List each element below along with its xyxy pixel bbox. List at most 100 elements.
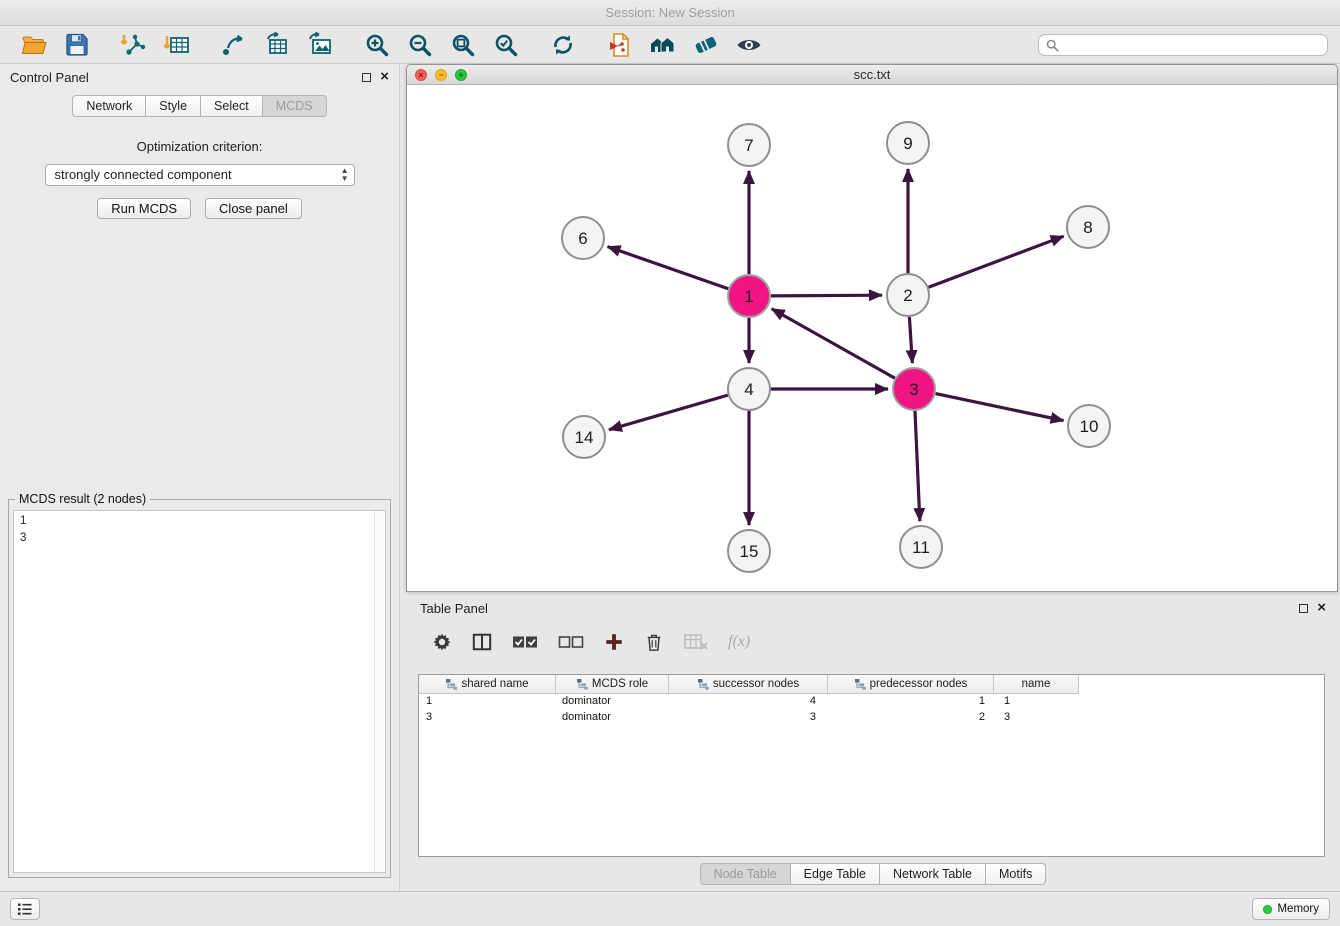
svg-text:4: 4 [744, 380, 753, 399]
app-titlebar: Session: New Session [0, 0, 1340, 26]
window-minimize-icon[interactable]: − [435, 69, 447, 81]
mcds-result-line: 3 [20, 530, 379, 547]
graph-edge-2-8[interactable] [929, 236, 1064, 287]
search-icon [1046, 39, 1059, 52]
graph-edge-4-14[interactable] [609, 395, 728, 430]
function-builder-button[interactable]: f(x) [728, 633, 750, 651]
show-columns-button[interactable] [472, 632, 492, 652]
tab-motifs[interactable]: Motifs [986, 863, 1046, 885]
close-table-panel-icon[interactable]: × [1317, 602, 1326, 614]
graph-node-7[interactable]: 7 [728, 124, 770, 166]
window-close-icon[interactable]: × [415, 69, 427, 81]
zoom-in-button[interactable] [355, 29, 398, 61]
tab-style[interactable]: Style [146, 95, 201, 117]
attribute-icon [854, 678, 866, 690]
toolbar-search[interactable] [1038, 34, 1328, 56]
network-svg[interactable]: 7 9 6 8 1 2 4 3 14 10 15 11 [407, 85, 1337, 591]
unselect-all-columns-button[interactable] [558, 634, 584, 650]
tab-network-table[interactable]: Network Table [880, 863, 986, 885]
graph-node-3[interactable]: 3 [893, 368, 935, 410]
delete-column-button[interactable] [644, 632, 664, 652]
graph-node-14[interactable]: 14 [563, 416, 605, 458]
zoom-out-button[interactable] [398, 29, 441, 61]
zoom-fit-button[interactable] [441, 29, 484, 61]
apply-style-button[interactable] [684, 29, 727, 61]
open-session-button[interactable] [12, 29, 55, 61]
svg-text:3: 3 [909, 380, 918, 399]
table-panel-header: Table Panel × [406, 596, 1340, 620]
graph-node-10[interactable]: 10 [1068, 405, 1110, 447]
table-row[interactable]: 3 dominator 3 2 3 [419, 710, 1324, 726]
home-networks-button[interactable] [641, 29, 684, 61]
search-input[interactable] [1063, 38, 1320, 52]
tab-mcds[interactable]: MCDS [263, 95, 327, 117]
select-all-columns-button[interactable] [512, 634, 538, 650]
export-table-icon [264, 32, 290, 58]
column-header-predecessor-nodes[interactable]: predecessor nodes [828, 675, 994, 694]
graph-node-1[interactable]: 1 [728, 275, 770, 317]
column-header-mcds-role[interactable]: MCDS role [556, 675, 669, 694]
window-zoom-icon[interactable]: + [455, 69, 467, 81]
refresh-layout-button[interactable] [541, 29, 584, 61]
apply-style-icon [693, 32, 719, 58]
export-network-button[interactable] [212, 29, 255, 61]
result-scrollbar[interactable] [374, 511, 385, 872]
save-session-button[interactable] [55, 29, 98, 61]
create-column-button[interactable] [604, 632, 624, 652]
column-header-shared-name[interactable]: shared name [419, 675, 556, 694]
table-panel-title: Table Panel [420, 601, 488, 616]
import-network-button[interactable] [112, 29, 155, 61]
network-file-button[interactable] [598, 29, 641, 61]
delete-table-button[interactable] [684, 633, 708, 651]
import-network-icon [121, 32, 147, 58]
graph-edge-3-10[interactable] [936, 394, 1064, 421]
table-row[interactable]: 1 dominator 4 1 1 [419, 694, 1324, 710]
graph-edge-3-1[interactable] [772, 309, 895, 378]
show-details-button[interactable] [727, 29, 770, 61]
svg-text:10: 10 [1080, 417, 1099, 436]
graph-node-15[interactable]: 15 [728, 530, 770, 572]
graph-edge-3-11[interactable] [915, 411, 920, 521]
column-header-name[interactable]: name [994, 675, 1079, 694]
table-settings-button[interactable] [432, 632, 452, 652]
import-table-button[interactable] [155, 29, 198, 61]
tab-network[interactable]: Network [72, 95, 146, 117]
export-image-button[interactable] [298, 29, 341, 61]
task-history-button[interactable] [10, 898, 40, 920]
tab-select[interactable]: Select [201, 95, 263, 117]
table-header-row: shared name MCDS role successor nodes pr… [419, 675, 1324, 694]
tab-node-table[interactable]: Node Table [700, 863, 791, 885]
graph-edge-1-2[interactable] [771, 295, 882, 296]
graph-node-9[interactable]: 9 [887, 122, 929, 164]
control-panel-header: Control Panel × [0, 64, 399, 90]
attribute-icon [445, 678, 457, 690]
close-panel-button[interactable]: Close panel [205, 198, 302, 219]
column-header-successor-nodes[interactable]: successor nodes [669, 675, 828, 694]
float-table-panel-icon[interactable] [1299, 604, 1308, 613]
network-window-titlebar[interactable]: scc.txt × − + [407, 65, 1337, 85]
node-table: shared name MCDS role successor nodes pr… [418, 674, 1325, 857]
float-panel-icon[interactable] [362, 73, 371, 82]
zoom-selected-button[interactable] [484, 29, 527, 61]
graph-node-2[interactable]: 2 [887, 274, 929, 316]
unchecked-boxes-icon [558, 634, 584, 650]
memory-status-icon [1263, 905, 1272, 914]
graph-node-4[interactable]: 4 [728, 368, 770, 410]
graph-node-6[interactable]: 6 [562, 217, 604, 259]
graph-edge-2-3[interactable] [909, 317, 912, 363]
graph-edge-1-6[interactable] [608, 247, 729, 289]
run-mcds-button[interactable]: Run MCDS [97, 198, 191, 219]
close-panel-icon[interactable]: × [380, 71, 389, 83]
tab-edge-table[interactable]: Edge Table [791, 863, 880, 885]
graph-node-8[interactable]: 8 [1067, 206, 1109, 248]
mcds-result-box[interactable]: 1 3 [13, 510, 386, 873]
export-table-button[interactable] [255, 29, 298, 61]
network-view-window: scc.txt × − + 7 9 6 8 1 2 4 3 14 10 15 11 [406, 64, 1338, 592]
table-toolbar: f(x) [406, 620, 1340, 664]
table-panel: Table Panel × [406, 596, 1340, 891]
task-list-icon [17, 902, 33, 916]
graph-node-11[interactable]: 11 [900, 526, 942, 568]
network-window-title: scc.txt [407, 67, 1337, 82]
criterion-dropdown[interactable]: strongly connected component ▲▼ [45, 164, 355, 186]
memory-button[interactable]: Memory [1252, 898, 1330, 920]
